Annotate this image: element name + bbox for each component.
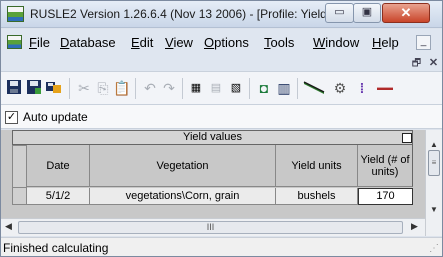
mdi-restore-button[interactable]: 🗗 bbox=[409, 56, 424, 70]
view-icon[interactable]: ◘ bbox=[255, 79, 273, 97]
close-button[interactable]: ✕ bbox=[382, 3, 430, 23]
undo-icon[interactable]: ↶ bbox=[141, 79, 159, 97]
status-text: Finished calculating bbox=[3, 241, 109, 255]
header-vegetation[interactable]: Vegetation bbox=[90, 145, 276, 187]
cell-yield-number[interactable]: 170 bbox=[358, 188, 413, 205]
grid-toggle-box[interactable] bbox=[402, 133, 412, 143]
scroll-up-icon[interactable]: ▲ bbox=[430, 140, 438, 149]
cell-vegetation[interactable]: vegetations\Corn, grain bbox=[90, 188, 276, 205]
menu-database[interactable]: Database bbox=[60, 35, 116, 50]
slope-icon[interactable] bbox=[303, 79, 325, 97]
resize-grip-icon[interactable]: ⋰ bbox=[429, 243, 439, 254]
horizontal-scroll-thumb[interactable]: III bbox=[18, 221, 403, 234]
header-date[interactable]: Date bbox=[27, 145, 90, 187]
copy-icon[interactable]: ⎘ bbox=[94, 79, 112, 97]
toolbar: ✂ ⎘ 📋 ↶ ↷ ▦ ▤ ▧ ◘ ▥ ⚙ ⁞ ▬▬ bbox=[1, 71, 442, 105]
cell-date[interactable]: 5/1/2 bbox=[27, 188, 90, 205]
auto-update-checkbox[interactable]: ✓ bbox=[5, 111, 18, 124]
yield-grid: Yield values Date Vegetation Yield units… bbox=[1, 130, 425, 218]
cell-yield-units[interactable]: bushels bbox=[276, 188, 358, 205]
menu-edit[interactable]: Edit bbox=[131, 35, 153, 50]
menu-options[interactable]: Options bbox=[204, 35, 249, 50]
horizontal-scrollbar[interactable]: ◀ III ▶ bbox=[1, 218, 425, 236]
cut-icon[interactable]: ✂ bbox=[75, 79, 93, 97]
toolbar-separator bbox=[135, 78, 136, 99]
header-row-marker bbox=[12, 145, 27, 188]
logo-icon[interactable]: ▬▬ bbox=[373, 79, 397, 97]
info-icon[interactable]: ⁞ bbox=[353, 79, 371, 97]
minimize-button[interactable]: ▭ bbox=[325, 3, 354, 23]
menu-view[interactable]: View bbox=[165, 35, 193, 50]
save-icon[interactable] bbox=[5, 79, 23, 97]
list-icon[interactable]: ▤ bbox=[207, 79, 225, 97]
table-icon[interactable]: ▥ bbox=[275, 79, 293, 97]
menu-help[interactable]: Help bbox=[372, 35, 399, 50]
calculator-icon[interactable]: ▦ bbox=[187, 79, 205, 97]
operation-icon[interactable]: ⚙ bbox=[331, 79, 349, 97]
vertical-scrollbar[interactable]: ▲ ≡ ▼ bbox=[425, 130, 442, 236]
profile-data-area: Yield values Date Vegetation Yield units… bbox=[1, 130, 442, 236]
document-icon[interactable] bbox=[7, 35, 22, 49]
window-title: RUSLE2 Version 1.26.6.4 (Nov 13 2006) - … bbox=[30, 7, 337, 21]
scroll-down-icon[interactable]: ▼ bbox=[430, 205, 438, 214]
main-window: RUSLE2 Version 1.26.6.4 (Nov 13 2006) - … bbox=[0, 0, 443, 257]
mdi-close-button[interactable]: ✕ bbox=[426, 56, 441, 70]
mdi-minimize-button[interactable]: _ bbox=[416, 35, 431, 50]
menu-bar: File Database Edit View Options Tools Wi… bbox=[1, 29, 442, 71]
grid-title-text: Yield values bbox=[183, 131, 242, 143]
toolbar-separator bbox=[182, 78, 183, 99]
scroll-left-icon[interactable]: ◀ bbox=[5, 221, 12, 232]
auto-update-label: Auto update bbox=[23, 110, 88, 124]
toolbar-separator bbox=[249, 78, 250, 99]
menu-tools[interactable]: Tools bbox=[264, 35, 294, 50]
status-bar: Finished calculating ⋰ bbox=[1, 237, 442, 256]
toolbar-separator bbox=[69, 78, 70, 99]
title-bar[interactable]: RUSLE2 Version 1.26.6.4 (Nov 13 2006) - … bbox=[1, 1, 442, 28]
toolbar-separator bbox=[297, 78, 298, 99]
row-marker[interactable] bbox=[12, 187, 27, 205]
menu-file[interactable]: File bbox=[29, 35, 50, 50]
auto-update-bar: ✓ Auto update bbox=[1, 105, 442, 129]
grid-title: Yield values bbox=[12, 130, 413, 145]
redo-icon[interactable]: ↷ bbox=[160, 79, 178, 97]
scroll-right-icon[interactable]: ▶ bbox=[411, 221, 418, 232]
app-icon bbox=[7, 6, 24, 22]
open-template-icon[interactable] bbox=[45, 79, 63, 97]
compare-icon[interactable]: ▧ bbox=[227, 79, 245, 97]
save-all-icon[interactable] bbox=[25, 79, 43, 97]
header-yield-number[interactable]: Yield (# of units) bbox=[358, 145, 413, 187]
paste-icon[interactable]: 📋 bbox=[113, 79, 131, 97]
header-yield-units[interactable]: Yield units bbox=[276, 145, 358, 187]
maximize-button[interactable]: ▣ bbox=[353, 3, 381, 23]
menu-window[interactable]: Window bbox=[313, 35, 359, 50]
vertical-scroll-thumb[interactable]: ≡ bbox=[428, 150, 440, 176]
